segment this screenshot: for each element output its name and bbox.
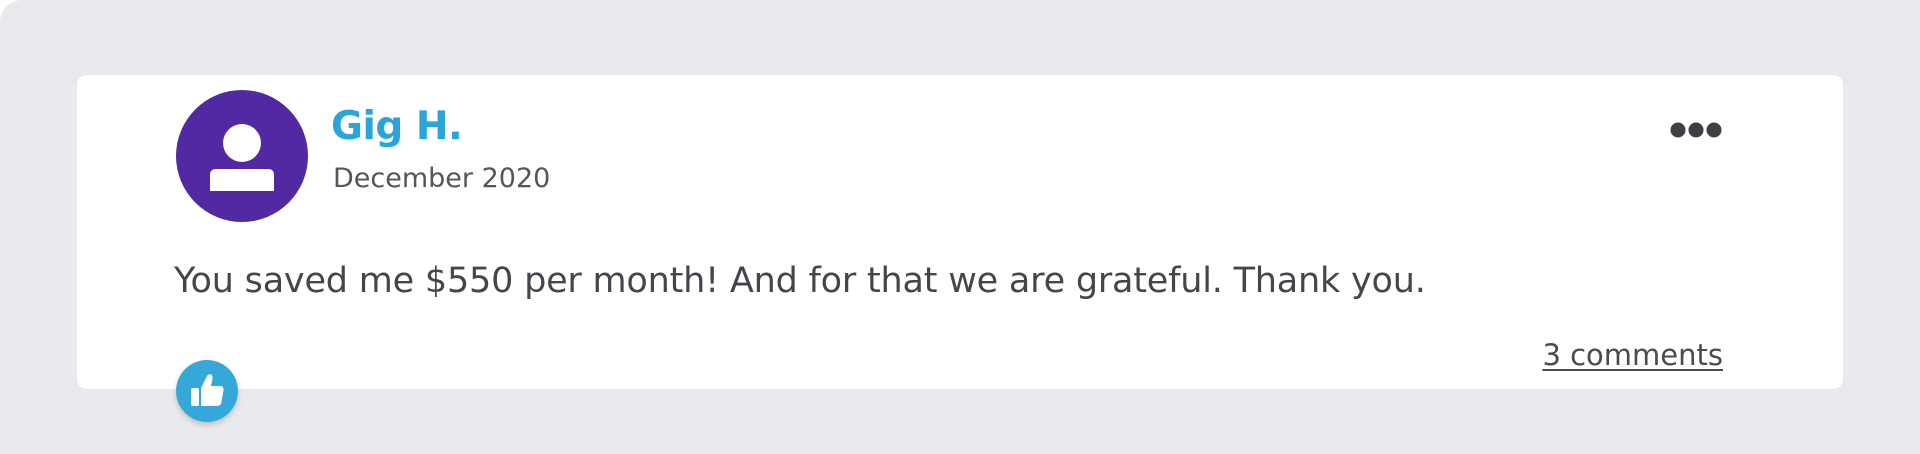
more-options-button[interactable] (1668, 113, 1724, 147)
review-text: You saved me $550 per month! And for tha… (174, 261, 1426, 301)
comments-link[interactable]: 3 comments (1542, 341, 1723, 370)
like-button[interactable] (176, 360, 238, 422)
more-options-icon (1670, 122, 1722, 138)
avatar[interactable] (176, 90, 308, 222)
user-icon (210, 124, 274, 191)
thumbs-up-icon (191, 374, 224, 406)
author-name[interactable]: Gig H. (331, 107, 463, 146)
post-date: December 2020 (333, 163, 551, 194)
review-card: Gig H. December 2020 You saved me $550 p… (77, 75, 1843, 389)
